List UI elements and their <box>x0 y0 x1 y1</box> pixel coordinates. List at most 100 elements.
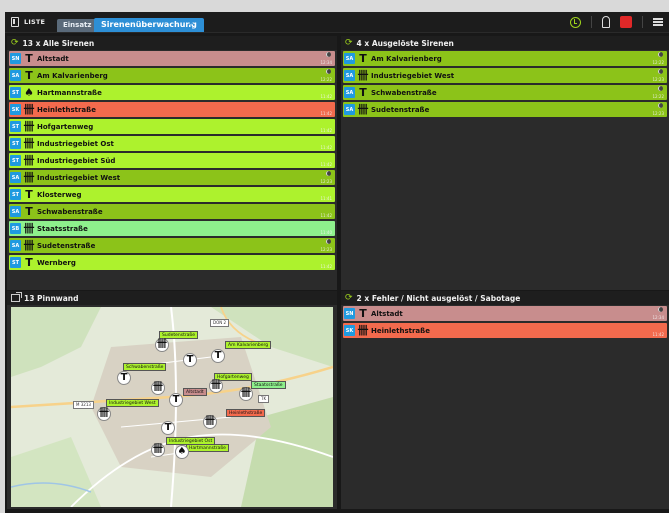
siren-multi-icon: 卌 <box>23 222 35 235</box>
siren-row[interactable]: SA T Schwabenstraße 11:42 <box>9 204 335 219</box>
status-badge: ST <box>10 87 21 98</box>
siren-name: Heinlethstraße <box>371 326 430 335</box>
siren-row[interactable]: SA 卌 Industriegebiet West 12:23 <box>9 170 335 185</box>
list-icon <box>11 17 19 27</box>
moon-icon <box>326 239 331 244</box>
siren-multi-icon[interactable]: 卌 <box>97 407 111 421</box>
siren-row[interactable]: SA T Am Kalvarienberg 12:22 <box>9 68 335 83</box>
status-badge: SA <box>344 87 355 98</box>
panel-title: 13 Pinnwand <box>24 293 79 303</box>
siren-multi-icon[interactable]: 卌 <box>209 379 223 393</box>
map-label[interactable]: Schwabenstraße <box>123 363 167 371</box>
menu-icon[interactable] <box>653 18 663 26</box>
list-button[interactable]: LISTE <box>11 17 45 27</box>
siren-single-icon: T <box>25 52 33 65</box>
alarm-icon[interactable] <box>620 16 632 28</box>
map-view[interactable]: DON 2 M 3213 TK Sudetenstraße Am Kalvari… <box>11 307 333 507</box>
siren-row[interactable]: SA 卌 Industriegebiet West 12:23 <box>343 68 667 83</box>
siren-icon[interactable] <box>602 16 610 28</box>
moon-icon <box>658 307 663 312</box>
row-time: 12:22 <box>652 94 664 99</box>
siren-single-icon: T <box>25 205 33 218</box>
siren-name: Wernberg <box>37 258 76 267</box>
status-badge: ST <box>10 155 21 166</box>
siren-name: Staatsstraße <box>37 224 88 233</box>
siren-row[interactable]: SA 卌 Sudetenstraße 12:23 <box>9 238 335 253</box>
siren-row[interactable]: SA 卌 Sudetenstraße 12:23 <box>343 102 667 117</box>
siren-row[interactable]: SA T Schwabenstraße 12:22 <box>343 85 667 100</box>
siren-name: Klosterweg <box>37 190 82 199</box>
siren-name: Sudetenstraße <box>371 105 430 114</box>
siren-multi-icon[interactable]: 卌 <box>151 443 165 457</box>
siren-row[interactable]: SN T Altstadt 12:34 <box>343 306 667 321</box>
siren-list: SN T Altstadt 12:34 SK 卌 Heinlethstraße 11:42 <box>341 305 669 338</box>
row-time: 11:42 <box>320 264 332 269</box>
siren-name: Industriegebiet West <box>371 71 455 80</box>
row-time: 11:42 <box>320 128 332 133</box>
status-badge: SA <box>10 70 21 81</box>
edit-icon[interactable] <box>11 292 22 302</box>
row-time: 12:23 <box>320 247 332 252</box>
siren-row[interactable]: ST 卌 Industriegebiet Süd 11:42 <box>9 153 335 168</box>
siren-multi-icon: 卌 <box>23 154 35 167</box>
siren-row[interactable]: SK 卌 Heinlethstraße 11:42 <box>9 102 335 117</box>
moon-icon <box>326 171 331 176</box>
siren-multi-icon: 卌 <box>23 171 35 184</box>
siren-multi-icon[interactable]: 卌 <box>203 415 217 429</box>
siren-row[interactable]: ST ♠ Hartmannstraße 11:42 <box>9 85 335 100</box>
siren-single-icon[interactable]: T <box>117 371 131 385</box>
siren-row[interactable]: ST 卌 Industriegebiet Ost 11:42 <box>9 136 335 151</box>
siren-name: Sudetenstraße <box>37 241 96 250</box>
row-time: 12:34 <box>320 60 332 65</box>
siren-name: Industriegebiet Ost <box>37 139 114 148</box>
siren-row[interactable]: ST T Klosterweg 11:41 <box>9 187 335 202</box>
map-label[interactable]: Industriegebiet West <box>106 399 159 407</box>
panel-title: 4 x Ausgelöste Sirenen <box>356 38 454 48</box>
siren-row[interactable]: ST 卌 Hofgartenweg 11:42 <box>9 119 335 134</box>
panel-header: ⟳ 4 x Ausgelöste Sirenen <box>341 36 669 50</box>
siren-filled-icon[interactable]: ♠ <box>175 445 189 459</box>
row-time: 11:42 <box>320 162 332 167</box>
moon-icon <box>326 52 331 57</box>
siren-name: Am Kalvarienberg <box>37 71 108 80</box>
moon-icon <box>658 86 663 91</box>
top-bar: LISTE Einsatz Sirenenüberwachung ✕ <box>5 12 669 33</box>
tools-icon[interactable]: ✕ <box>187 18 195 29</box>
refresh-icon[interactable]: ⟳ <box>345 293 353 303</box>
siren-name: Altstadt <box>371 309 403 318</box>
siren-single-icon[interactable]: T <box>183 353 197 367</box>
toolbar-divider <box>642 16 643 28</box>
map-label[interactable]: Altstadt <box>183 388 207 396</box>
siren-name: Am Kalvarienberg <box>371 54 442 63</box>
panel-pinboard: 13 Pinnwand DON 2 M 3213 TK Sudetenstraß… <box>7 291 337 509</box>
list-label: LISTE <box>24 18 46 26</box>
status-badge: ST <box>10 257 21 268</box>
siren-row[interactable]: SA T Am Kalvarienberg 12:22 <box>343 51 667 66</box>
row-time: 11:41 <box>320 196 332 201</box>
siren-multi-icon[interactable]: 卌 <box>151 381 165 395</box>
siren-single-icon[interactable]: T <box>211 349 225 363</box>
tab-einsatz[interactable]: Einsatz <box>57 19 98 32</box>
road-label: TK <box>258 395 270 403</box>
siren-multi-icon: 卌 <box>23 120 35 133</box>
siren-multi-icon[interactable]: 卌 <box>155 338 169 352</box>
map-label[interactable]: Staatsstraße <box>251 381 286 389</box>
toolbar-right <box>570 16 663 28</box>
siren-row[interactable]: SK 卌 Heinlethstraße 11:42 <box>343 323 667 338</box>
siren-row[interactable]: SN T Altstadt 12:34 <box>9 51 335 66</box>
siren-row[interactable]: ST T Wernberg 11:42 <box>9 255 335 270</box>
siren-name: Schwabenstraße <box>371 88 437 97</box>
siren-name: Industriegebiet Süd <box>37 156 116 165</box>
siren-single-icon[interactable]: T <box>161 421 175 435</box>
siren-multi-icon[interactable]: 卌 <box>239 387 253 401</box>
refresh-icon[interactable]: ⟳ <box>11 38 19 48</box>
map-label[interactable]: Hartmannstraße <box>186 444 229 452</box>
map-label[interactable]: Am Kalvarienberg <box>225 341 272 349</box>
siren-single-icon: T <box>25 256 33 269</box>
map-label[interactable]: Heinlethstraße <box>226 409 266 417</box>
siren-single-icon[interactable]: T <box>169 393 183 407</box>
refresh-icon[interactable]: ⟳ <box>345 38 353 48</box>
clock-icon[interactable] <box>570 16 581 28</box>
siren-row[interactable]: SB 卌 Staatsstraße 11:40 <box>9 221 335 236</box>
status-badge: SA <box>344 53 355 64</box>
